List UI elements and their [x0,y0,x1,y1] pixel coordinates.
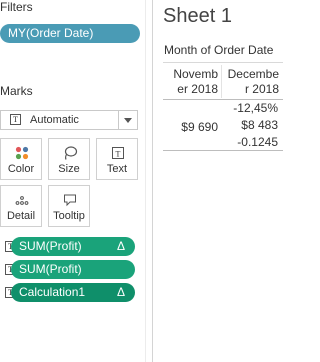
text-label: Text [106,163,128,175]
header-line: er 2018 [177,82,218,96]
column-header-november-2018[interactable]: Novemb er 2018 [163,67,218,97]
table-cell-nov-value[interactable]: $9 690 [163,120,218,134]
detail-label: Detail [6,210,36,222]
pane-divider[interactable] [152,0,153,362]
tooltip-button[interactable]: Tooltip [48,185,90,227]
field-pill-label: SUM(Profit) [19,262,82,276]
header-divider [163,62,283,63]
header-line: Novemb [173,67,218,81]
size-lasso-icon [64,146,78,160]
size-button[interactable]: Size [48,138,90,180]
chevron-down-icon[interactable] [118,111,137,129]
size-label: Size [58,163,80,175]
field-pill-calculation1[interactable]: Calculation1 Δ [11,283,135,302]
text-box-icon: T [112,147,124,159]
column-header-month[interactable]: Month of Order Date [164,43,273,57]
tooltip-label: Tooltip [53,210,85,222]
pane-edge [145,0,146,362]
field-pill-sum-profit[interactable]: SUM(Profit) [11,260,135,279]
color-button[interactable]: Color [0,138,42,180]
color-dots-icon [15,146,29,160]
field-pill-sum-profit-delta[interactable]: SUM(Profit) Δ [11,237,135,256]
delta-icon: Δ [116,285,125,299]
column-header-december-2018[interactable]: Decembe r 2018 [223,67,279,97]
detail-button[interactable]: Detail [0,185,42,227]
mark-type-label: Automatic [30,114,79,126]
filters-title: Filters [0,0,33,14]
header-line: r 2018 [244,82,279,96]
filter-pill-my-order-date[interactable]: MY(Order Date) [0,24,140,43]
field-pill-label: SUM(Profit) [19,239,82,253]
color-label: Color [7,163,35,175]
delta-icon: Δ [116,239,125,253]
text-mark-icon: T [10,114,21,125]
text-button[interactable]: T Text [96,138,138,180]
table-cell-dec-value[interactable]: $8 483 [223,118,278,132]
header-line: Decembe [227,67,279,81]
sheet-title: Sheet 1 [163,5,232,27]
field-pill-label: Calculation1 [19,285,86,299]
tooltip-bubble-icon [64,194,76,207]
marks-title: Marks [0,84,33,98]
column-separator [221,65,222,98]
table-cell-dec-pct[interactable]: -12,45% [223,101,278,115]
table-bottom-line [163,150,283,151]
left-pane: Filters MY(Order Date) Marks T Automatic… [0,0,145,362]
table-cell-dec-calc[interactable]: -0.1245 [223,135,278,149]
detail-dots-icon [15,196,29,205]
mark-type-dropdown[interactable]: T Automatic [0,110,138,130]
tableau-workspace: Filters MY(Order Date) Marks T Automatic… [0,0,311,362]
svg-text:T: T [116,150,121,159]
header-bottom-line [163,99,283,100]
